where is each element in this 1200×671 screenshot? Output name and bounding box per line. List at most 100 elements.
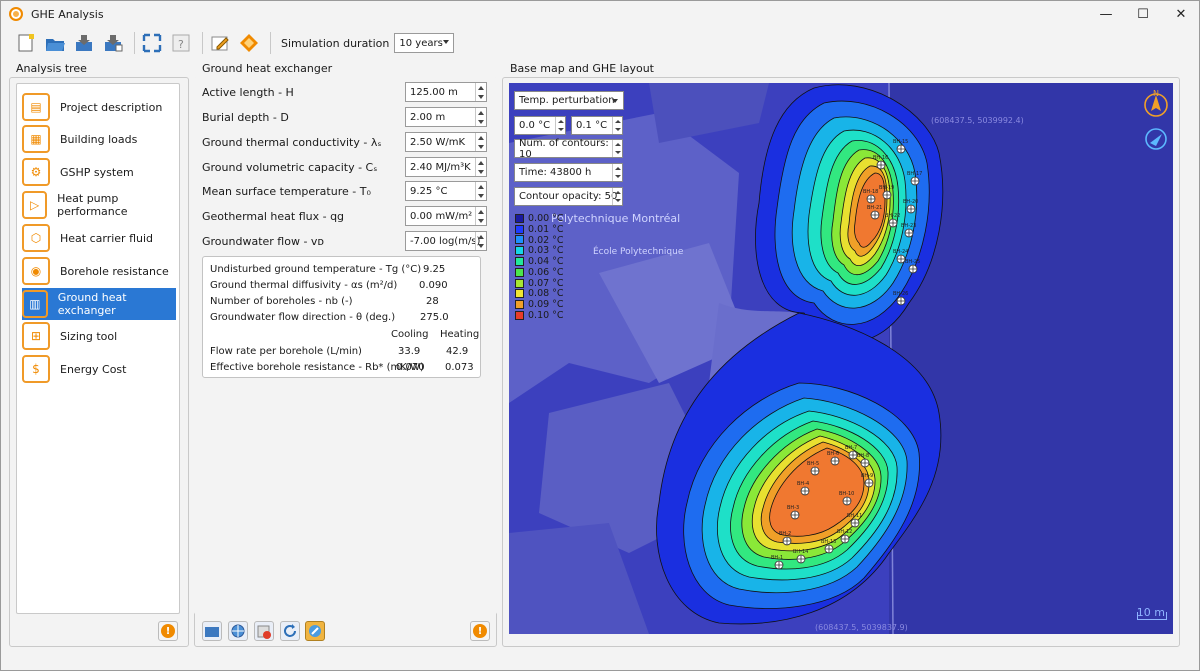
layout-tool-button[interactable] [305,621,325,641]
legend-swatch [515,267,524,277]
open-button[interactable] [44,32,66,54]
maximize-button[interactable]: ☐ [1123,1,1163,27]
burial-depth-input[interactable]: 2.00 m [405,107,487,127]
spinner-buttons[interactable] [475,207,486,225]
toolbar-separator [202,32,203,54]
spin-up-icon [478,234,484,239]
thermal-conductivity-input[interactable]: 2.50 W/mK [405,132,487,152]
legend-label: 0.09 °C [528,299,564,311]
max-temp-input[interactable]: 0.1 °C [571,116,623,135]
close-button[interactable]: ✕ [1161,1,1200,27]
contour-legend: 0.00 °C 0.01 °C 0.02 °C 0.03 °C 0.04 °C 0.06 … [515,213,564,321]
place-label-ecole-polytechnique: École Polytechnique [593,245,684,257]
simulation-duration-value: 10 years [399,37,443,49]
borehole-label: BH-10 [839,491,854,497]
tree-item-label: Sizing tool [60,329,118,343]
minimize-button[interactable]: — [1086,1,1126,27]
app-logo-icon [9,7,23,21]
spinner-buttons[interactable] [475,158,486,176]
spinner-buttons[interactable] [612,164,622,181]
diffusivity-value: 0.090 [419,280,448,291]
spinner-buttons[interactable] [475,182,486,200]
legend-entry: 0.10 °C [515,310,564,321]
tree-item-heat-carrier-fluid[interactable]: ⬡ Heat carrier fluid [22,223,176,253]
spinner-buttons[interactable] [555,117,565,134]
tree-item-energy-cost[interactable]: $ Energy Cost [22,354,176,384]
active-length-input[interactable]: 125.00 m [405,82,487,102]
help-icon: ? [172,34,190,52]
borehole-label: BH-12 [837,529,852,535]
time-input[interactable]: Time: 43800 h [514,163,623,182]
refresh-button[interactable] [280,621,300,641]
save-button[interactable] [73,32,95,54]
layer-select[interactable]: Temp. perturbation [514,91,624,110]
calculate-button[interactable] [238,32,260,54]
legend-swatch [515,289,524,299]
spinner-buttons[interactable] [612,117,622,134]
borehole-label: BH-17 [907,171,922,177]
tree-warning-button[interactable]: ! [158,621,178,641]
active-length-label: Active length - H [202,85,294,99]
fullscreen-icon [142,33,162,53]
max-temp-value: 0.1 °C [576,120,608,131]
groundwater-flow-input[interactable]: -7.00 log(m/s) [405,231,487,251]
spin-down-icon [478,119,484,124]
legend-label: 0.03 °C [528,245,564,257]
tree-item-heat-pump-performance[interactable]: ▷ Heat pump performance [22,190,176,220]
surface-temperature-input[interactable]: 9.25 °C [405,181,487,201]
analysis-tree: ▤ Project description ▦ Building loads ⚙… [16,83,180,614]
legend-swatch [515,213,524,223]
window-title: GHE Analysis [31,7,104,21]
toolbar-separator [270,32,271,54]
fullscreen-button[interactable] [141,32,163,54]
volumetric-capacity-input[interactable]: 2.40 MJ/m³K [405,157,487,177]
warning-icon: ! [473,624,487,638]
min-temp-input[interactable]: 0.0 °C [514,116,566,135]
spin-up-icon [478,135,484,140]
help-button[interactable]: ? [170,32,192,54]
place-label-polytechnique-montreal: Polytechnique Montréal [551,212,680,225]
resistance-heating: 0.073 [445,362,474,373]
building-icon: ▦ [22,125,50,153]
map-view[interactable]: BH-15 BH-16 BH-17 BH-18 BH-19 BH-20 BH-21 BH-22… [509,83,1173,634]
heat-flux-value: 0.00 mW/m² [410,210,473,222]
layer-select-value: Temp. perturbation [519,95,615,106]
tree-item-borehole-resistance[interactable]: ◉ Borehole resistance [22,256,176,286]
borehole-label: BH-26 [893,291,908,297]
delete-button[interactable] [254,621,274,641]
spinner-buttons[interactable] [612,140,622,157]
new-file-button[interactable] [15,32,37,54]
legend-label: 0.02 °C [528,234,564,246]
ghe-warning-button[interactable]: ! [470,621,490,641]
tree-item-building-loads[interactable]: ▦ Building loads [22,124,176,154]
edit-button[interactable] [209,32,231,54]
resistance-icon: ◉ [22,257,50,285]
heat-flux-input[interactable]: 0.00 mW/m² [405,206,487,226]
title-bar: GHE Analysis — ☐ ✕ [1,1,1199,27]
undisturbed-temp-label: Undisturbed ground temperature - Tg (°C) [210,264,422,275]
ghe-section-title: Ground heat exchanger [202,62,333,75]
spinner-buttons[interactable] [475,108,486,126]
legend-label: 0.08 °C [528,288,564,300]
borehole-label: BH-23 [901,223,916,229]
tree-item-gshp-system[interactable]: ⚙ GSHP system [22,157,176,187]
tree-item-label: Building loads [60,132,138,146]
spinner-buttons[interactable] [475,83,486,101]
tree-item-label: Heat pump performance [57,192,128,218]
save-as-button[interactable] [102,32,124,54]
simulation-duration-select[interactable]: 10 years [394,33,455,53]
borehole-label: BH-15 [893,139,908,145]
app-window: GHE Analysis — ☐ ✕ ? Simulation duration… [0,0,1200,671]
num-contours-input[interactable]: Num. of contours: 10 [514,138,623,160]
import-button[interactable] [202,621,222,641]
spinner-buttons[interactable] [475,232,486,250]
spinner-buttons[interactable] [612,188,622,205]
tree-item-sizing-tool[interactable]: ⊞ Sizing tool [22,321,176,351]
tree-item-ground-heat-exchanger[interactable]: ▥ Ground heat exchanger [22,288,176,320]
contour-opacity-input[interactable]: Contour opacity: 50 [514,187,623,206]
spinner-buttons[interactable] [475,133,486,151]
globe-button[interactable] [228,621,248,641]
north-label: N [1153,89,1159,98]
tree-item-project-description[interactable]: ▤ Project description [22,92,176,122]
legend-swatch [515,257,524,267]
